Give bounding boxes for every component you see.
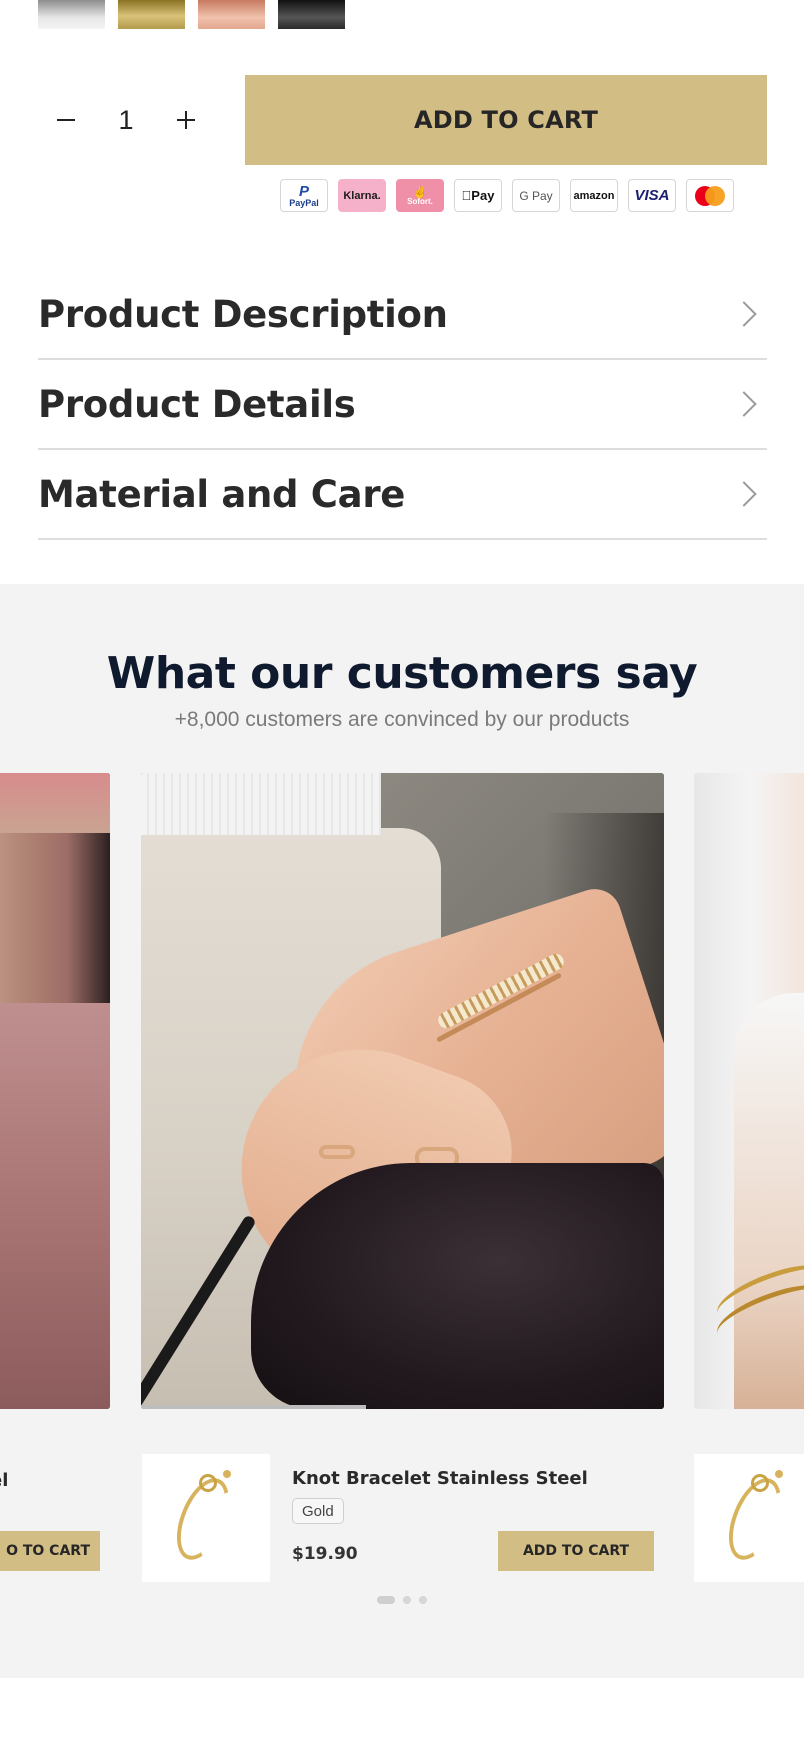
paypal-icon: P PayPal <box>280 179 328 212</box>
pagination-dot-2[interactable] <box>403 1596 411 1604</box>
section-subtitle: +8,000 customers are convinced by our pr… <box>174 708 630 731</box>
accordion-product-details[interactable]: Product Details <box>38 360 767 450</box>
review-slide-next[interactable] <box>694 773 804 1409</box>
color-swatches <box>38 0 345 29</box>
pagination-dot-1[interactable] <box>377 1596 395 1604</box>
review-slide-prev[interactable] <box>0 773 110 1409</box>
section-title: What our customers say <box>106 648 698 699</box>
accordion-title: Material and Care <box>38 472 406 516</box>
customer-reviews-section: What our customers say +8,000 customers … <box>0 584 804 1678</box>
review-slide-current[interactable] <box>141 773 664 1409</box>
quantity-stepper: 1 <box>38 75 214 165</box>
increment-button[interactable] <box>158 92 214 148</box>
decrement-button[interactable] <box>38 92 94 148</box>
pagination-dot-3[interactable] <box>419 1596 427 1604</box>
carousel-pagination <box>0 1596 804 1604</box>
payment-methods: PPayPal Klarna. ✌Sofort. Pay G Pay amaz… <box>280 179 734 212</box>
bracelet-image <box>718 1468 793 1568</box>
product-accordion: Product Description Product Details Mate… <box>38 270 767 540</box>
product-title[interactable]: Knot Bracelet Stainless Steel <box>292 1468 588 1489</box>
add-to-cart-button[interactable]: ADD TO CART <box>245 75 767 165</box>
klarna-icon: Klarna. <box>338 179 386 212</box>
product-thumbnail[interactable] <box>694 1454 804 1582</box>
variant-badge: Gold <box>292 1498 344 1524</box>
swatch-rose-gold[interactable] <box>198 0 265 29</box>
plus-icon <box>177 111 195 129</box>
video-progress-bar[interactable] <box>141 1405 366 1409</box>
product-title: el <box>0 1470 9 1491</box>
quantity-value[interactable]: 1 <box>106 105 146 136</box>
product-card-prev[interactable]: el O TO CART <box>0 1454 100 1582</box>
product-card: Knot Bracelet Stainless Steel Gold $19.9… <box>142 1454 664 1582</box>
swatch-black[interactable] <box>278 0 345 29</box>
google-pay-icon: G Pay <box>512 179 560 212</box>
sofort-icon: ✌ Sofort. <box>396 179 444 212</box>
bracelet-image <box>166 1468 241 1568</box>
product-price: $19.90 <box>292 1544 358 1564</box>
chevron-right-icon <box>731 391 757 417</box>
swatch-gold[interactable] <box>118 0 185 29</box>
chevron-right-icon <box>731 301 757 327</box>
minus-icon <box>57 119 75 121</box>
apple-pay-icon: Pay <box>454 179 502 212</box>
accordion-title: Product Description <box>38 292 448 336</box>
add-to-cart-button[interactable]: ADD TO CART <box>498 1531 654 1571</box>
swatch-silver[interactable] <box>38 0 105 29</box>
accordion-title: Product Details <box>38 382 356 426</box>
visa-icon: VISA <box>628 179 676 212</box>
product-thumbnail[interactable] <box>142 1454 270 1582</box>
accordion-product-description[interactable]: Product Description <box>38 270 767 360</box>
add-to-cart-button[interactable]: O TO CART <box>0 1531 100 1571</box>
product-card-next[interactable] <box>694 1454 804 1582</box>
mastercard-icon <box>686 179 734 212</box>
accordion-material-care[interactable]: Material and Care <box>38 450 767 540</box>
amazon-pay-icon: amazon <box>570 179 618 212</box>
chevron-right-icon <box>731 481 757 507</box>
